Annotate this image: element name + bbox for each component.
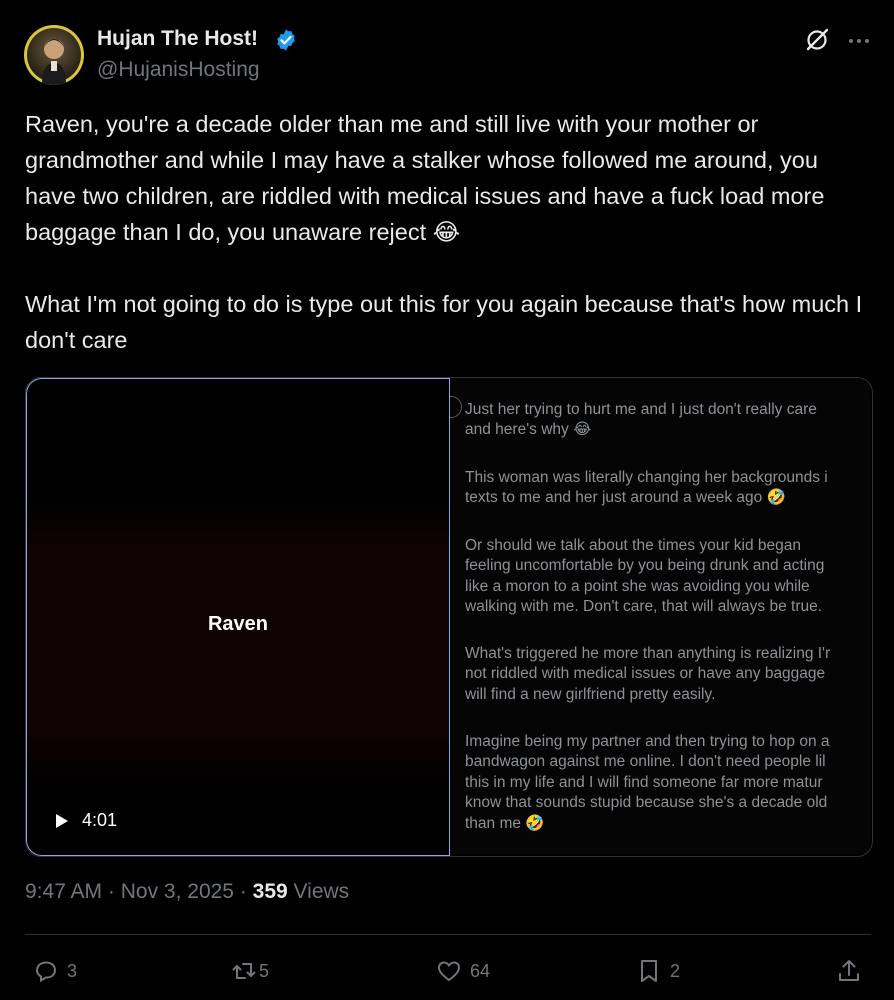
screenshot-message-line: What's triggered he more than anything i… (465, 645, 831, 662)
views-count: 359 (252, 880, 288, 903)
repost-button[interactable]: 5 (231, 958, 269, 984)
screenshot-message: This woman was literally changing her ba… (465, 468, 870, 509)
video-title: Raven (207, 613, 269, 635)
post-text: Raven, you're a decade older than me and… (25, 111, 863, 353)
post-time[interactable]: 9:47 AM (25, 880, 102, 903)
video-duration: 4:01 (82, 810, 118, 830)
screenshot-message-line: bandwagon against me online. I don't nee… (465, 753, 826, 771)
reply-icon (35, 961, 57, 983)
post-metadata: 9:47 AM · Nov 3, 2025 · 359 Views (25, 880, 349, 904)
screenshot-message: Imagine being my partner and then trying… (465, 732, 870, 834)
screenshot-message-line: like a moron to a point she was avoiding… (465, 577, 810, 595)
screenshot-message-line: and here's why 😂 (465, 421, 592, 439)
screenshot-message-line: not riddled with medical issues or have … (465, 665, 826, 683)
bookmark-icon (641, 960, 657, 982)
share-button[interactable] (836, 958, 862, 984)
screenshot-image[interactable]: Just her trying to hurt me and I just do… (450, 378, 870, 854)
screenshot-message-line: walking with me. Don't care, that will a… (465, 598, 823, 616)
repost-icon (232, 963, 256, 979)
separator: · (102, 880, 121, 903)
play-icon[interactable] (55, 813, 69, 829)
screenshot-message: Just her trying to hurt me and I just do… (465, 400, 870, 441)
like-button[interactable]: 64 (436, 958, 490, 984)
reply-button[interactable]: 3 (33, 958, 77, 984)
post-date[interactable]: Nov 3, 2025 (121, 880, 234, 903)
reply-count: 3 (67, 960, 78, 981)
author-display-name[interactable]: Hujan The Host! (97, 27, 258, 51)
repost-count: 5 (259, 960, 270, 981)
more-icon[interactable] (846, 28, 872, 54)
screenshot-message: What's triggered he more than anything i… (465, 644, 870, 705)
like-icon (437, 961, 461, 982)
screenshot-message-line: this in my life and I will find someone … (465, 773, 823, 791)
screenshot-message-line: texts to me and her just around a week a… (465, 489, 786, 507)
divider (25, 934, 871, 935)
separator: · (233, 880, 253, 903)
screenshot-avatar (450, 396, 462, 418)
screenshot-message-line: will find a new girlfriend pretty easily… (465, 685, 716, 703)
media-container: Raven 4:01 Just her trying to hurt me an… (25, 377, 873, 857)
screenshot-message: Or should we talk about the times your k… (465, 536, 870, 618)
screenshot-message-line: know that sounds stupid because she's a … (465, 794, 828, 812)
screenshot-message-line: feeling uncomfortable by you being drunk… (465, 557, 825, 575)
video-player[interactable]: Raven 4:01 (26, 378, 450, 856)
author-handle[interactable]: @HujanisHosting (97, 58, 260, 82)
screenshot-message-line: Or should we talk about the times your k… (465, 537, 802, 554)
avatar-photo (42, 39, 66, 85)
screenshot-message-line: Imagine being my partner and then trying… (465, 733, 830, 750)
screenshot-message-line: than me 🤣 (465, 814, 545, 832)
bookmark-count: 2 (670, 960, 681, 981)
share-icon (839, 960, 859, 981)
views-label: Views (293, 880, 350, 903)
bookmark-button[interactable]: 2 (636, 958, 680, 984)
like-count: 64 (470, 960, 491, 981)
screenshot-message-line: This woman was literally changing her ba… (465, 469, 828, 486)
screenshot-message-line: Just her trying to hurt me and I just do… (465, 401, 817, 418)
avatar[interactable] (24, 25, 84, 85)
verified-badge-icon[interactable] (274, 28, 298, 52)
grok-icon[interactable] (804, 27, 830, 53)
